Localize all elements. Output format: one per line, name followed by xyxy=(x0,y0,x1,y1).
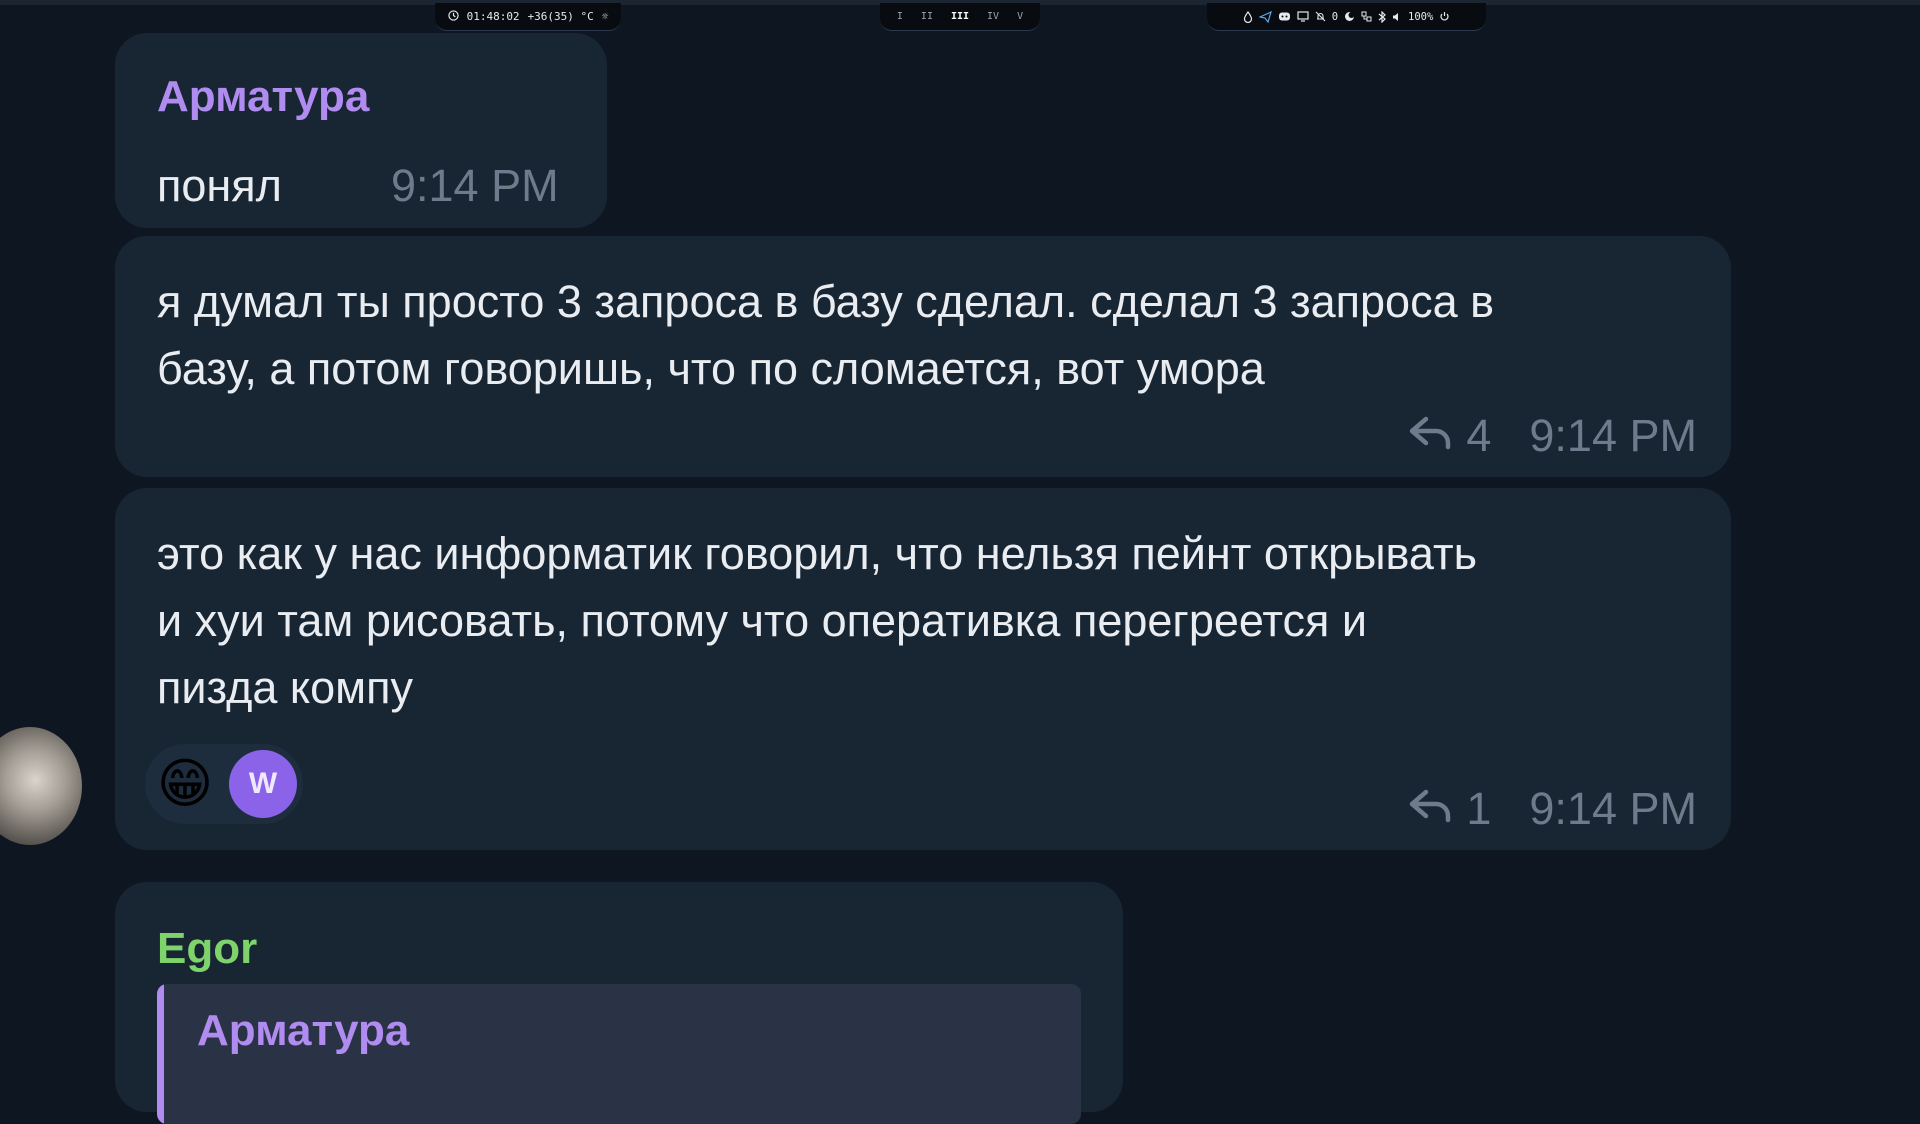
quote-sender-name: Арматура xyxy=(197,1006,410,1055)
sender-name[interactable]: Egor xyxy=(157,927,257,971)
message-bubble[interactable]: Арматура понял 9:14 PM xyxy=(115,33,607,228)
message-text: понял xyxy=(157,160,282,211)
message-time: 9:14 PM xyxy=(391,160,559,211)
reply-count[interactable]: 1 xyxy=(1466,786,1491,831)
reply-quote[interactable]: Арматура xyxy=(157,984,1081,1124)
message-meta: 4 9:14 PM xyxy=(1408,413,1697,458)
message-bubble[interactable]: это как у нас информатик говорил, что не… xyxy=(115,488,1731,850)
sender-avatar[interactable] xyxy=(0,727,82,845)
reaction-grin-emoji[interactable]: 😁 xyxy=(151,750,219,818)
reaction-user-avatar[interactable]: W xyxy=(229,750,297,818)
message-bubble[interactable]: Egor Арматура xyxy=(115,882,1123,1124)
message-meta: 9:14 PM xyxy=(391,163,559,208)
message-bubble[interactable]: я думал ты просто 3 запроса в базу сдела… xyxy=(115,236,1731,477)
message-text: это как у нас информатик говорил, что не… xyxy=(157,528,1478,713)
quote-bar xyxy=(157,984,164,1124)
sender-name[interactable]: Арматура xyxy=(157,75,369,119)
reply-icon[interactable] xyxy=(1408,786,1452,831)
message-meta: 1 9:14 PM xyxy=(1408,786,1697,831)
chat-history[interactable]: Арматура понял 9:14 PM я думал ты просто… xyxy=(0,0,1920,1124)
message-time: 9:14 PM xyxy=(1529,783,1697,834)
reply-count[interactable]: 4 xyxy=(1466,413,1491,458)
reactions-row: 😁 W xyxy=(145,744,303,824)
message-time: 9:14 PM xyxy=(1529,410,1697,461)
reply-icon[interactable] xyxy=(1408,413,1452,458)
message-text: я думал ты просто 3 запроса в базу сдела… xyxy=(157,276,1495,394)
